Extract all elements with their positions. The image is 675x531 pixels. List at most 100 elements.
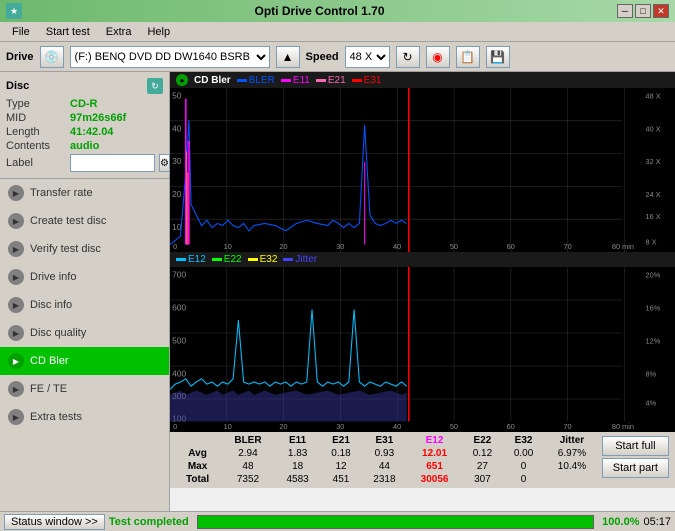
- nav-icon-disc-quality: ▶: [8, 325, 24, 341]
- titlebar-left: ★: [6, 3, 22, 19]
- svg-text:8 X: 8 X: [646, 238, 657, 247]
- titlebar-buttons: ─ □ ✕: [617, 4, 669, 18]
- svg-text:10: 10: [224, 422, 232, 431]
- progress-percent: 100.0%: [602, 516, 639, 528]
- menu-extra[interactable]: Extra: [98, 24, 140, 40]
- nav-icon-create-test-disc: ▶: [8, 213, 24, 229]
- stats-row-avg: Avg 2.94 1.83 0.18 0.93 12.01 0.12 0.00 …: [174, 447, 600, 460]
- disc-contents-value: audio: [70, 140, 99, 152]
- eject-button[interactable]: ▲: [276, 46, 300, 68]
- stats-total-e31: 2318: [362, 473, 408, 486]
- lower-chart: E12 E22 E32 Jitter: [170, 252, 675, 432]
- nav-label-fe-te: FE / TE: [30, 383, 67, 395]
- disc-label-input[interactable]: [70, 154, 155, 172]
- svg-text:24 X: 24 X: [646, 190, 661, 199]
- stats-max-e12: 651: [407, 460, 462, 473]
- copy-button[interactable]: 📋: [456, 46, 480, 68]
- sidebar-nav: ▶ Transfer rate ▶ Create test disc ▶ Ver…: [0, 179, 169, 511]
- stats-avg-e11: 1.83: [275, 447, 321, 460]
- svg-text:600: 600: [172, 303, 186, 313]
- svg-text:0: 0: [173, 422, 177, 431]
- stats-total-jitter: [544, 473, 600, 486]
- legend-color-e21: [316, 79, 326, 82]
- legend-e32: E32: [248, 254, 278, 265]
- start-full-button[interactable]: Start full: [602, 436, 669, 456]
- save-button[interactable]: 💾: [486, 46, 510, 68]
- disc-refresh-icon[interactable]: ↻: [147, 78, 163, 94]
- disc-type-row: Type CD-R: [6, 98, 163, 110]
- nav-fe-te[interactable]: ▶ FE / TE: [0, 375, 169, 403]
- stats-max-e11: 18: [275, 460, 321, 473]
- sidebar: Disc ↻ Type CD-R MID 97m26s66f Length 41…: [0, 72, 170, 511]
- stats-col-bler: BLER: [221, 434, 275, 447]
- svg-text:20%: 20%: [646, 271, 661, 280]
- svg-text:12%: 12%: [646, 337, 661, 346]
- stats-avg-label: Avg: [174, 447, 221, 460]
- nav-create-test-disc[interactable]: ▶ Create test disc: [0, 207, 169, 235]
- legend-label-e12: E12: [188, 254, 206, 265]
- drivebar: Drive 💿 (F:) BENQ DVD DD DW1640 BSRB ▲ S…: [0, 42, 675, 72]
- stats-total-e21: 451: [320, 473, 361, 486]
- menu-help[interactable]: Help: [139, 24, 178, 40]
- svg-text:500: 500: [172, 336, 186, 346]
- legend-jitter: Jitter: [283, 254, 317, 265]
- stats-avg-e12: 12.01: [407, 447, 462, 460]
- stats-total-bler: 7352: [221, 473, 275, 486]
- stats-header-row: BLER E11 E21 E31 E12 E22 E32 Jitter: [174, 434, 600, 447]
- stats-col-e22: E22: [462, 434, 503, 447]
- legend-e31: E31: [352, 75, 382, 86]
- legend-color-bler: [237, 79, 247, 82]
- legend-e21: E21: [316, 75, 346, 86]
- upper-chart-svg: 50 40 30 20 10 0 10 20 30 40 50 60 70 80…: [170, 88, 675, 252]
- drive-select[interactable]: (F:) BENQ DVD DD DW1640 BSRB: [70, 46, 270, 68]
- disc-length-row: Length 41:42.04: [6, 126, 163, 138]
- disc-settings-icon[interactable]: ⚙: [159, 154, 170, 172]
- disc-type-label: Type: [6, 98, 66, 110]
- nav-cd-bler[interactable]: ▶ CD Bler: [0, 347, 169, 375]
- stats-area: BLER E11 E21 E31 E12 E22 E32 Jitter: [170, 432, 675, 488]
- nav-transfer-rate[interactable]: ▶ Transfer rate: [0, 179, 169, 207]
- start-part-button[interactable]: Start part: [602, 458, 669, 478]
- menu-start-test[interactable]: Start test: [38, 24, 98, 40]
- nav-icon-verify-test-disc: ▶: [8, 241, 24, 257]
- nav-extra-tests[interactable]: ▶ Extra tests: [0, 403, 169, 431]
- nav-disc-quality[interactable]: ▶ Disc quality: [0, 319, 169, 347]
- stats-max-e22: 27: [462, 460, 503, 473]
- disc-label-key: Label: [6, 157, 66, 169]
- svg-text:30: 30: [336, 422, 344, 431]
- nav-verify-test-disc[interactable]: ▶ Verify test disc: [0, 235, 169, 263]
- nav-drive-info[interactable]: ▶ Drive info: [0, 263, 169, 291]
- disc-mid-value: 97m26s66f: [70, 112, 126, 124]
- nav-label-extra-tests: Extra tests: [30, 411, 82, 423]
- disc-label-row: Label ⚙: [6, 154, 163, 172]
- maximize-button[interactable]: □: [635, 4, 651, 18]
- upper-chart-body: 50 40 30 20 10 0 10 20 30 40 50 60 70 80…: [170, 88, 675, 252]
- stats-row-total: Total 7352 4583 451 2318 30056 307 0: [174, 473, 600, 486]
- erase-button[interactable]: ◉: [426, 46, 450, 68]
- svg-text:60: 60: [507, 422, 515, 431]
- menu-file[interactable]: File: [4, 24, 38, 40]
- stats-col-e31: E31: [362, 434, 408, 447]
- stats-total-e11: 4583: [275, 473, 321, 486]
- svg-text:40: 40: [172, 123, 182, 133]
- disc-length-value: 41:42.04: [70, 126, 113, 138]
- close-button[interactable]: ✕: [653, 4, 669, 18]
- svg-text:70: 70: [563, 422, 571, 431]
- stats-max-bler: 48: [221, 460, 275, 473]
- disc-mid-row: MID 97m26s66f: [6, 112, 163, 124]
- speed-select[interactable]: 48 X: [345, 46, 390, 68]
- drive-icon: 💿: [40, 46, 64, 68]
- stats-max-label: Max: [174, 460, 221, 473]
- status-window-button[interactable]: Status window >>: [4, 514, 105, 530]
- main: Disc ↻ Type CD-R MID 97m26s66f Length 41…: [0, 72, 675, 511]
- refresh-button[interactable]: ↻: [396, 46, 420, 68]
- lower-chart-header: E12 E22 E32 Jitter: [170, 252, 675, 267]
- svg-text:40: 40: [393, 422, 401, 431]
- legend-color-e31: [352, 79, 362, 82]
- stats-col-jitter: Jitter: [544, 434, 600, 447]
- stats-avg-e21: 0.18: [320, 447, 361, 460]
- minimize-button[interactable]: ─: [617, 4, 633, 18]
- svg-text:50: 50: [450, 422, 458, 431]
- content-area: ● CD Bler BLER E11 E21 E31: [170, 72, 675, 511]
- nav-disc-info[interactable]: ▶ Disc info: [0, 291, 169, 319]
